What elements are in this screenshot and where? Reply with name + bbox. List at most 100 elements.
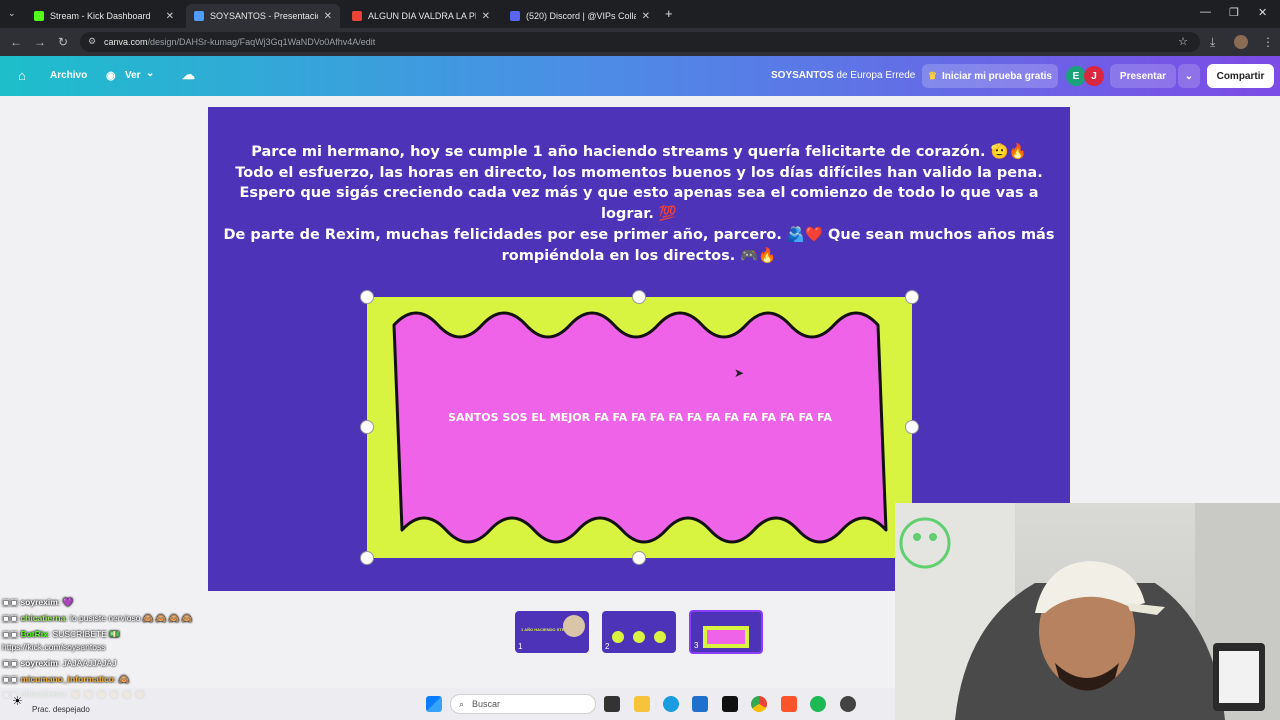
profile-avatar[interactable]: [1234, 35, 1248, 49]
crown-icon: ♛: [927, 70, 937, 82]
chrome-icon[interactable]: [751, 696, 767, 712]
start-trial-label: Iniciar mi prueba gratis: [941, 70, 1052, 82]
tab-title: (520) Discord | @VIPs Collage S: [526, 11, 636, 21]
present-options-chevron-icon[interactable]: ⌄: [1178, 64, 1200, 88]
page-thumbnail-3-selected[interactable]: 3: [689, 610, 763, 654]
thumb-photo: [563, 615, 585, 637]
file-menu[interactable]: Archivo: [50, 70, 87, 81]
app-record-icon[interactable]: [840, 696, 856, 712]
frame-text[interactable]: SANTOS SOS EL MEJOR FA FA FA FA FA FA FA…: [395, 411, 885, 424]
brave-icon[interactable]: [781, 696, 797, 712]
thumb-card: [707, 630, 745, 644]
webcam-person-graphic: [895, 503, 1280, 720]
cloud-sync-icon[interactable]: ☁: [182, 67, 195, 83]
wavy-card-shape: [392, 311, 888, 544]
message-line: De parte de Rexim, muchas felicidades po…: [223, 226, 1055, 264]
store-icon[interactable]: [692, 696, 708, 712]
thumb-photo: [612, 631, 624, 643]
task-view-icon[interactable]: [604, 696, 620, 712]
document-title[interactable]: SOYSANTOS de Europa Errede: [771, 70, 915, 81]
address-bar-row: ← → ↻ ⚙ canva.com/design/DAHSr-kumag/Faq…: [0, 28, 1280, 56]
kick-favicon-icon: [34, 11, 44, 21]
url-input[interactable]: ⚙ canva.com/design/DAHSr-kumag/FaqWj3Gq1…: [80, 32, 1200, 52]
chevron-down-icon[interactable]: ⌄: [146, 68, 154, 79]
present-button[interactable]: Presentar: [1110, 64, 1176, 88]
tab-title: SOYSANTOS - Presentación: [210, 11, 318, 21]
tab-close-icon[interactable]: ✕: [642, 11, 650, 22]
browser-tab-discord[interactable]: (520) Discord | @VIPs Collage S ✕: [502, 4, 658, 28]
page-thumbnail-1[interactable]: 1 AÑO HACIENDO STREAM 1: [515, 611, 589, 653]
taskbar-search-input[interactable]: ⌕ Buscar: [450, 694, 596, 714]
doc-title-bold: SOYSANTOS: [771, 70, 834, 81]
app-y-icon[interactable]: [722, 696, 738, 712]
eye-icon: ◉: [106, 70, 116, 82]
home-icon[interactable]: ⌂: [18, 68, 26, 83]
edge-icon[interactable]: [663, 696, 679, 712]
resize-handle-left[interactable]: [360, 420, 374, 434]
thumb-number: 1: [518, 642, 523, 651]
message-line: Parce mi hermano, hoy se cumple 1 año ha…: [251, 144, 1027, 160]
chat-badges-icon: ▣▣: [2, 613, 21, 623]
tab-close-icon[interactable]: ✕: [324, 11, 332, 22]
browser-tab-canva[interactable]: SOYSANTOS - Presentación ✕: [186, 4, 340, 28]
restore-icon[interactable]: ❐: [1229, 6, 1239, 19]
resize-handle-top-right[interactable]: [905, 290, 919, 304]
webcam-overlay: [895, 503, 1280, 720]
weather-icon: ☀: [12, 694, 23, 708]
forward-icon[interactable]: →: [34, 35, 46, 49]
chat-message: ▣▣ chicatierna: lo pusiste nervioso 🙈 🙈 …: [2, 613, 193, 623]
windows-taskbar: ☀ Prac. despejado ⌕ Buscar: [0, 688, 895, 720]
message-line: Todo el esfuerzo, las horas en directo, …: [235, 164, 1043, 181]
collaborator-avatar-j[interactable]: J: [1084, 66, 1104, 86]
back-icon[interactable]: ←: [10, 35, 22, 49]
resize-handle-top-left[interactable]: [360, 290, 374, 304]
mouse-cursor-icon: ➤: [734, 366, 745, 380]
search-placeholder: Buscar: [472, 699, 501, 709]
bookmark-star-icon[interactable]: ☆: [1178, 35, 1188, 48]
new-tab-button[interactable]: +: [665, 6, 673, 21]
resize-handle-top[interactable]: [632, 290, 646, 304]
share-button[interactable]: Compartir: [1207, 64, 1274, 88]
thumb-number: 3: [694, 641, 699, 650]
site-info-icon[interactable]: ⚙: [88, 36, 96, 47]
gmail-favicon-icon: [352, 11, 362, 21]
doc-title-rest: de Europa Errede: [833, 70, 916, 81]
slide-message-text[interactable]: Parce mi hermano, hoy se cumple 1 año ha…: [218, 142, 1060, 266]
close-window-icon[interactable]: ✕: [1258, 6, 1267, 19]
start-trial-button[interactable]: ♛ Iniciar mi prueba gratis: [922, 64, 1058, 88]
tab-close-icon[interactable]: ✕: [166, 11, 174, 22]
browser-tab-strip: ⌄ Stream - Kick Dashboard ✕ SOYSANTOS - …: [0, 0, 1280, 28]
page-thumbnail-2[interactable]: 2: [602, 611, 676, 653]
chat-message: ▣▣ soyrexim: JAJAAJJAJAJ: [2, 658, 117, 668]
chat-badges-icon: ▣▣: [2, 674, 21, 684]
view-menu[interactable]: Ver: [125, 70, 141, 81]
tab-close-icon[interactable]: ✕: [482, 11, 490, 22]
file-explorer-icon[interactable]: [634, 696, 650, 712]
url-host: canva.com: [104, 37, 148, 47]
chat-message: ▣▣ BotRix: SUSCRIBETE 💵: [2, 629, 120, 639]
chat-message: https://kick.com/soysantoss: [2, 642, 106, 652]
spotify-icon[interactable]: [810, 696, 826, 712]
chat-badges-icon: ▣▣: [2, 658, 21, 668]
tab-list-chevron-icon[interactable]: ⌄: [8, 8, 16, 19]
browser-tab-kick[interactable]: Stream - Kick Dashboard ✕: [26, 4, 182, 28]
resize-handle-right[interactable]: [905, 420, 919, 434]
canva-toolbar: ⌂ Archivo ◉ Ver ⌄ ☁ SOYSANTOS de Europa …: [0, 56, 1280, 96]
message-line: Espero que sigás creciendo cada vez más …: [239, 185, 1039, 223]
collaborator-avatar-e[interactable]: E: [1066, 66, 1086, 86]
resize-handle-bottom[interactable]: [632, 551, 646, 565]
browser-menu-icon[interactable]: ⋮: [1262, 35, 1274, 49]
download-icon[interactable]: ⤓: [1210, 35, 1215, 50]
tab-title: Stream - Kick Dashboard: [50, 11, 151, 21]
minimize-icon[interactable]: —: [1200, 6, 1211, 18]
chat-badges-icon: ▣▣: [2, 629, 21, 639]
thumb-photo: [633, 631, 645, 643]
search-icon: ⌕: [459, 698, 465, 709]
resize-handle-bottom-left[interactable]: [360, 551, 374, 565]
thumb-photo: [654, 631, 666, 643]
reload-icon[interactable]: ↻: [58, 35, 68, 49]
browser-tab-gmail[interactable]: ALGUN DIA VALDRA LA PENA. ✕: [344, 4, 498, 28]
canva-favicon-icon: [194, 11, 204, 21]
windows-start-icon[interactable]: [426, 696, 442, 712]
tab-title: ALGUN DIA VALDRA LA PENA.: [368, 11, 476, 21]
